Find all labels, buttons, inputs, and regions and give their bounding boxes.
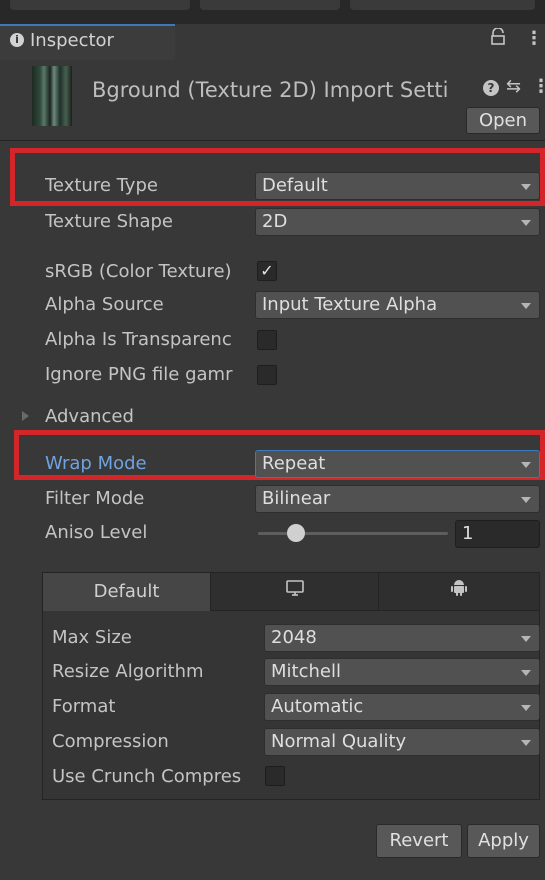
android-icon bbox=[450, 573, 468, 611]
texture-type-label: Texture Type bbox=[45, 175, 158, 196]
wrap-mode-label: Wrap Mode bbox=[45, 453, 147, 474]
ignore-png-checkbox[interactable] bbox=[257, 365, 277, 385]
filter-mode-dropdown[interactable]: Bilinear bbox=[255, 485, 540, 513]
aniso-slider-thumb[interactable] bbox=[287, 524, 305, 542]
alpha-source-label: Alpha Source bbox=[45, 294, 164, 315]
chevron-down-icon bbox=[521, 705, 531, 711]
chevron-down-icon bbox=[521, 303, 531, 309]
advanced-foldout[interactable]: Advanced bbox=[45, 406, 134, 427]
chevron-down-icon bbox=[521, 462, 531, 468]
alpha-source-value: Input Texture Alpha bbox=[262, 294, 438, 315]
filter-mode-value: Bilinear bbox=[262, 488, 331, 509]
hidden-tab[interactable] bbox=[200, 0, 340, 10]
info-icon: i bbox=[10, 33, 24, 47]
aniso-level-label: Aniso Level bbox=[45, 522, 148, 543]
srgb-label: sRGB (Color Texture) bbox=[45, 261, 232, 282]
compression-dropdown[interactable]: Normal Quality bbox=[264, 728, 540, 756]
srgb-checkbox[interactable]: ✓ bbox=[257, 261, 277, 281]
lock-icon[interactable] bbox=[490, 27, 506, 51]
wrap-mode-dropdown[interactable]: Repeat bbox=[255, 450, 540, 478]
header-menu-icon[interactable]: ⋮ bbox=[532, 76, 545, 97]
apply-button[interactable]: Apply bbox=[467, 824, 540, 858]
tab-default-label: Default bbox=[93, 581, 160, 602]
format-label: Format bbox=[52, 696, 116, 717]
chevron-down-icon bbox=[521, 670, 531, 676]
preset-icon[interactable]: ⇆ bbox=[506, 76, 521, 97]
texture-shape-value: 2D bbox=[262, 211, 288, 232]
chevron-down-icon bbox=[521, 220, 531, 226]
aniso-level-input[interactable]: 1 bbox=[455, 520, 540, 548]
ignore-png-label: Ignore PNG file gamr bbox=[45, 364, 233, 385]
max-size-label: Max Size bbox=[52, 627, 132, 648]
foldout-arrow-icon[interactable] bbox=[22, 411, 29, 421]
chevron-down-icon bbox=[521, 740, 531, 746]
revert-button[interactable]: Revert bbox=[376, 824, 462, 858]
help-icon[interactable]: ? bbox=[483, 80, 499, 96]
platform-tabs: Default bbox=[43, 573, 539, 611]
header-divider bbox=[0, 140, 545, 141]
alpha-source-dropdown[interactable]: Input Texture Alpha bbox=[255, 291, 540, 319]
resize-algorithm-label: Resize Algorithm bbox=[52, 661, 204, 682]
hidden-tab[interactable] bbox=[350, 0, 535, 10]
tab-standalone[interactable] bbox=[211, 573, 379, 611]
resize-algorithm-dropdown[interactable]: Mitchell bbox=[264, 658, 540, 686]
tab-inspector-label: Inspector bbox=[30, 30, 114, 51]
wrap-mode-value: Repeat bbox=[262, 453, 326, 474]
hidden-tab[interactable] bbox=[10, 0, 190, 10]
tab-default[interactable]: Default bbox=[43, 573, 211, 611]
max-size-value: 2048 bbox=[271, 627, 317, 648]
texture-shape-label: Texture Shape bbox=[45, 211, 173, 232]
tab-menu-icon[interactable]: ⋮ bbox=[525, 28, 543, 49]
monitor-icon bbox=[285, 573, 305, 611]
crunch-label: Use Crunch Compres bbox=[52, 766, 242, 787]
alpha-transparency-label: Alpha Is Transparenc bbox=[45, 329, 232, 350]
texture-thumbnail bbox=[32, 66, 72, 126]
max-size-dropdown[interactable]: 2048 bbox=[264, 624, 540, 652]
alpha-transparency-checkbox[interactable] bbox=[257, 330, 277, 350]
format-value: Automatic bbox=[271, 696, 364, 717]
window-top-strip bbox=[0, 0, 545, 24]
crunch-checkbox[interactable] bbox=[265, 766, 285, 786]
filter-mode-label: Filter Mode bbox=[45, 488, 145, 509]
format-dropdown[interactable]: Automatic bbox=[264, 693, 540, 721]
chevron-down-icon bbox=[521, 636, 531, 642]
chevron-down-icon bbox=[521, 497, 531, 503]
texture-shape-dropdown[interactable]: 2D bbox=[255, 208, 540, 236]
compression-label: Compression bbox=[52, 731, 169, 752]
page-title: Bground (Texture 2D) Import Setti bbox=[92, 78, 449, 102]
tab-android[interactable] bbox=[379, 573, 539, 611]
chevron-down-icon bbox=[521, 184, 531, 190]
texture-type-dropdown[interactable]: Default bbox=[255, 172, 540, 200]
open-button[interactable]: Open bbox=[466, 107, 540, 134]
resize-algorithm-value: Mitchell bbox=[271, 661, 341, 682]
texture-type-value: Default bbox=[262, 175, 328, 196]
compression-value: Normal Quality bbox=[271, 731, 407, 752]
